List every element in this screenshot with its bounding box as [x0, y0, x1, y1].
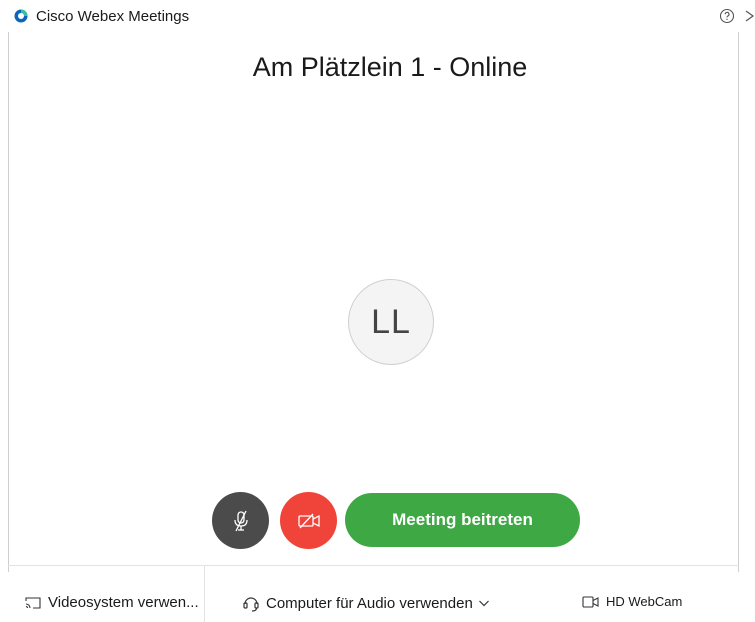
cast-icon [25, 596, 41, 609]
meeting-title: Am Plätzlein 1 - Online [252, 52, 528, 82]
videosystem-label: Videosystem verwen... [48, 594, 199, 611]
bottom-bar-divider [8, 565, 739, 566]
webcam-button[interactable]: HD WebCam [582, 594, 682, 609]
window-left-border [8, 32, 9, 572]
app-title: Cisco Webex Meetings [36, 8, 190, 25]
join-meeting-button[interactable]: Meeting beitreten [345, 493, 580, 547]
webex-logo-icon [14, 9, 28, 23]
webcam-label: HD WebCam [606, 594, 683, 609]
avatar-initials: LL [371, 302, 411, 341]
mute-button[interactable] [212, 492, 269, 549]
chevron-down-icon [478, 600, 489, 607]
audio-option-label: Computer für Audio verwenden [266, 594, 473, 612]
title-bar: Cisco Webex Meetings [0, 0, 755, 32]
video-toggle-button[interactable] [280, 492, 337, 549]
help-icon[interactable] [719, 8, 735, 24]
webex-window: Cisco Webex Meetings Am Plätzlein 1 - On… [0, 0, 755, 622]
close-icon[interactable] [745, 9, 755, 23]
camera-icon [582, 595, 599, 608]
bottom-bar-separator [204, 566, 205, 622]
videosystem-button[interactable]: Videosystem verwen... [24, 594, 199, 611]
microphone-muted-icon [233, 510, 248, 531]
audio-option-dropdown[interactable]: Computer für Audio verwenden [242, 594, 490, 612]
video-off-icon [297, 513, 320, 528]
join-meeting-label: Meeting beitreten [392, 510, 533, 529]
avatar: LL [348, 279, 434, 365]
headset-icon [243, 597, 259, 612]
window-right-border [738, 32, 739, 572]
